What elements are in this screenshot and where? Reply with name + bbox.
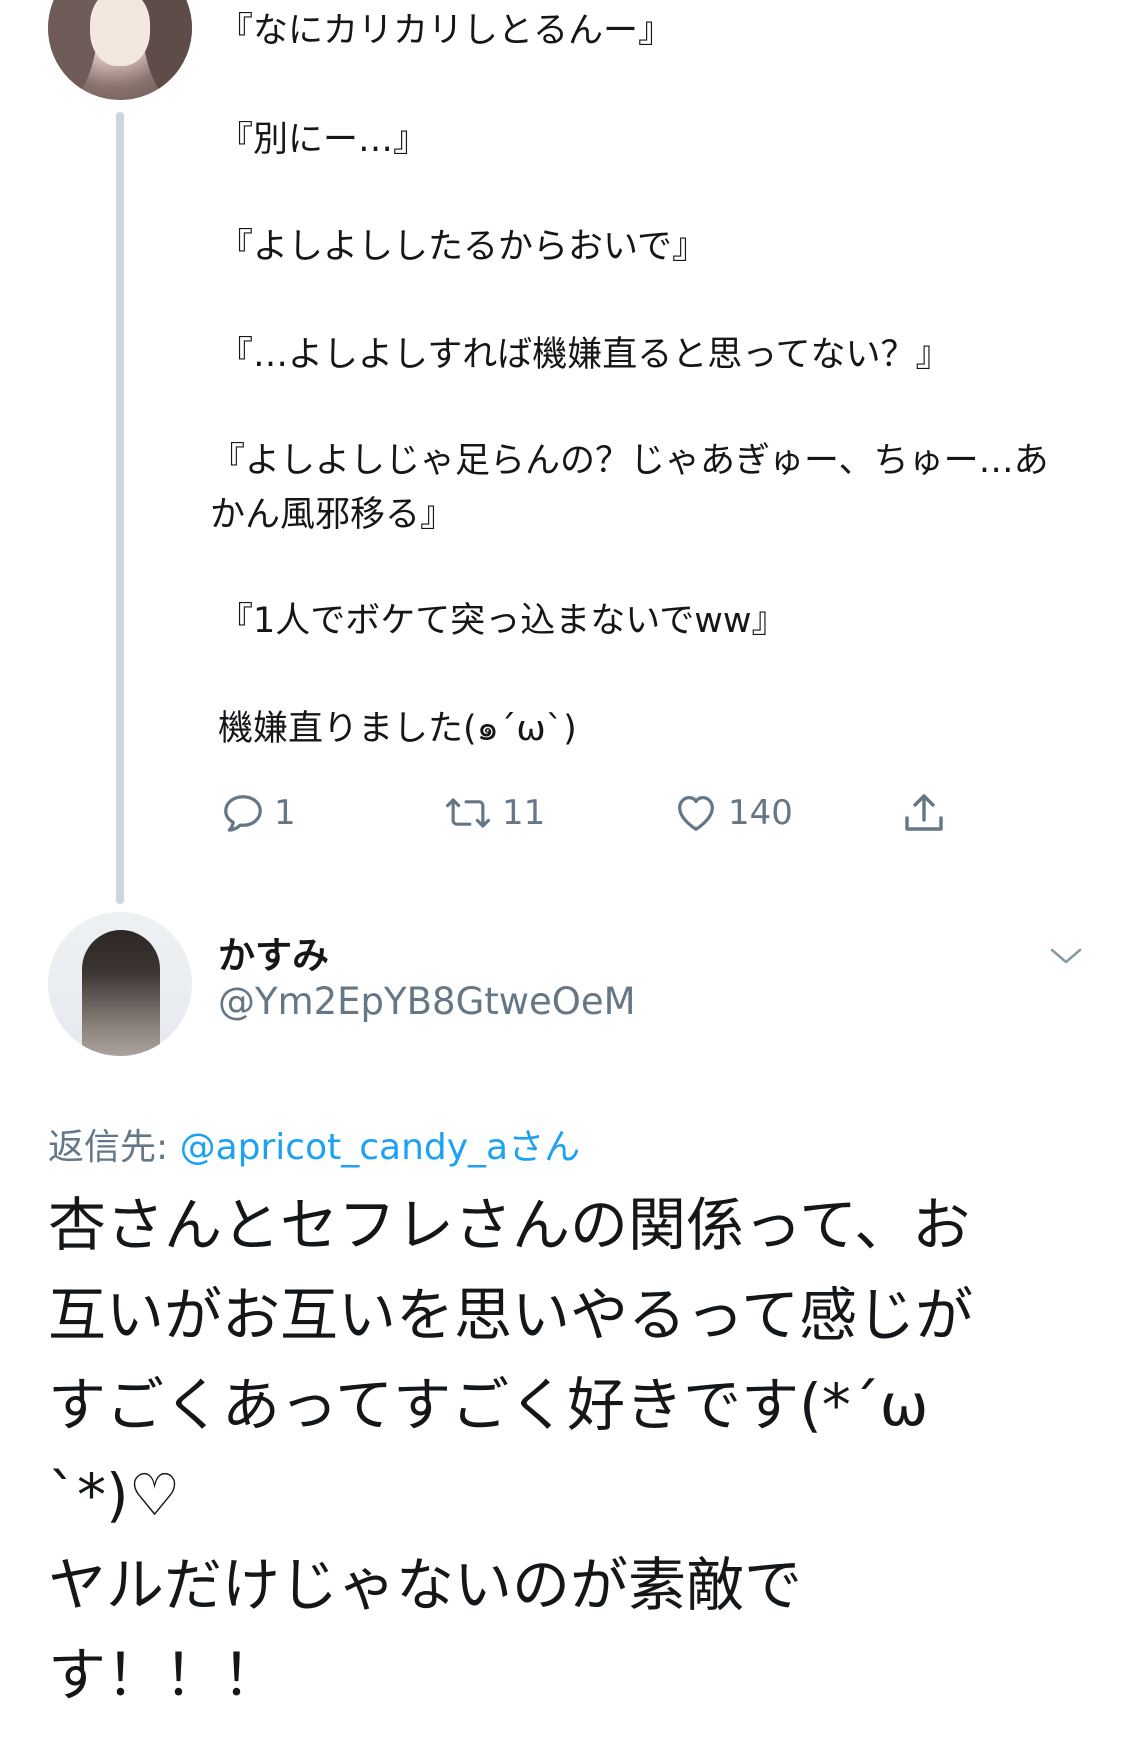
display-name[interactable]: かすみ	[218, 925, 329, 979]
avatar-face	[90, 0, 150, 66]
reply-text-line: す！！！	[48, 1641, 281, 1709]
tweet-line: 『よしよししたるからおいで』	[218, 227, 707, 267]
retweet-count: 11	[502, 793, 546, 833]
retweet-button[interactable]: 11	[442, 790, 545, 836]
retweet-icon	[442, 790, 494, 836]
reply-count: 1	[274, 793, 296, 833]
like-count: 140	[728, 793, 793, 833]
tweet-line: 『…よしよしすれば機嫌直ると思ってない？』	[218, 335, 951, 375]
tweet-actions: 1 11 140	[0, 790, 1125, 850]
like-button[interactable]: 140	[672, 790, 793, 836]
user-handle[interactable]: @Ym2EpYB8GtweOeM	[218, 980, 636, 1023]
reply-text-line: ヤルだけじゃないのが素敵で	[48, 1551, 803, 1619]
reply-button[interactable]: 1	[220, 790, 296, 836]
reply-text-line: 杏さんとセフレさんの関係って、お	[48, 1191, 971, 1259]
chevron-down-icon[interactable]	[1048, 944, 1084, 972]
reply-icon	[220, 790, 266, 836]
tweet-line: 機嫌直りました(๑ˊωˋ)	[218, 709, 577, 749]
reply-tweet-text: 杏さんとセフレさんの関係って、お 互いがお互いを思いやるって感じが すごくあって…	[48, 1180, 1078, 1720]
reply-to-prefix: 返信先:	[48, 1127, 180, 1168]
tweet-line: 『よしよしじゃ足らんの？じゃあぎゅー、ちゅー…あかん風邪移る』	[210, 434, 1078, 542]
tweet-line: 『1人でボケて突っ込まないでww』	[218, 601, 787, 641]
heart-icon	[672, 790, 720, 836]
tweet-line: 『別にー…』	[218, 120, 429, 160]
avatar[interactable]	[48, 0, 192, 100]
tweet-line: 『なにカリカリしとるんー』	[218, 11, 674, 51]
reply-to-mention-link[interactable]: @apricot_candy_aさん	[180, 1127, 581, 1168]
thread-connector-line	[116, 112, 124, 904]
avatar-hair	[82, 930, 160, 1056]
reply-text-line: 互いがお互いを思いやるって感じが	[48, 1281, 974, 1349]
reply-to-label: 返信先: @apricot_candy_aさん	[48, 1118, 580, 1170]
share-button[interactable]	[900, 790, 948, 838]
tweet-line-text: 『よしよしじゃ足らんの？じゃあぎゅー、ちゅー…あかん風邪移る』	[210, 441, 1049, 535]
reply-text-line: すごくあってすごく好きです(*´ω	[48, 1371, 929, 1439]
reply-text-line: `*)♡	[48, 1461, 181, 1529]
avatar[interactable]	[48, 912, 192, 1056]
share-icon	[900, 790, 948, 838]
